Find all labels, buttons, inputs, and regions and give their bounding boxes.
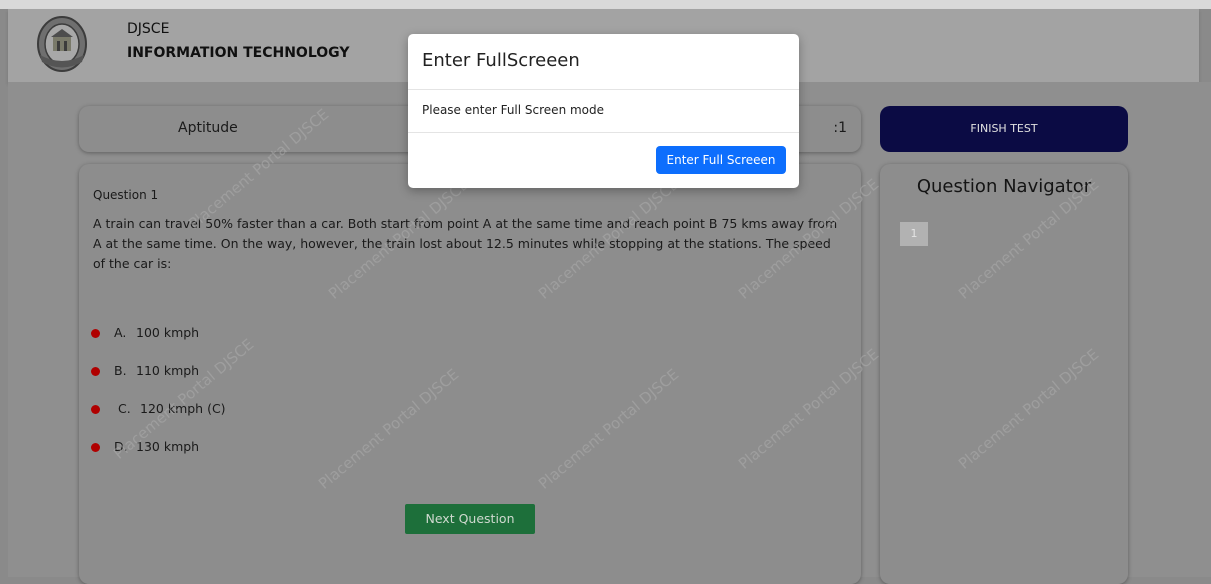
- college-crest-logo: [36, 15, 88, 73]
- question-number: Question 1: [93, 188, 159, 202]
- finish-test-button[interactable]: FINISH TEST: [880, 106, 1128, 152]
- question-card: Question 1 A train can travel 50% faster…: [79, 164, 861, 584]
- brand: DJSCE INFORMATION TECHNOLOGY: [127, 21, 349, 61]
- option-letter: A.: [114, 325, 127, 340]
- option-letter: C.: [118, 401, 131, 416]
- modal-divider: [408, 132, 799, 133]
- option-d[interactable]: D. 130 kmph: [91, 438, 391, 458]
- navigator-title: Question Navigator: [916, 176, 1092, 197]
- option-text: 110 kmph: [136, 363, 200, 378]
- option-radio-icon[interactable]: [91, 329, 100, 338]
- option-b[interactable]: B. 110 kmph: [91, 362, 391, 382]
- navigator-item[interactable]: 1: [900, 222, 928, 246]
- option-text: 120 kmph (C): [140, 401, 226, 416]
- modal-body: Please enter Full Screen mode: [422, 103, 605, 117]
- section-label: Aptitude: [178, 120, 238, 136]
- college-name: DJSCE: [127, 21, 170, 37]
- option-radio-icon[interactable]: [91, 405, 100, 414]
- question-navigator: Question Navigator 1: [880, 164, 1128, 584]
- option-text: 130 kmph: [136, 439, 200, 454]
- option-letter: D.: [114, 439, 128, 454]
- option-c[interactable]: C. 120 kmph (C): [91, 400, 391, 420]
- option-radio-icon[interactable]: [91, 443, 100, 452]
- top-strip: [0, 0, 1211, 9]
- next-question-button[interactable]: Next Question: [405, 504, 535, 534]
- option-a[interactable]: A. 100 kmph: [91, 324, 391, 344]
- department-name: INFORMATION TECHNOLOGY: [127, 45, 350, 61]
- timer-text: :1: [833, 120, 847, 136]
- enter-fullscreen-button[interactable]: Enter Full Screeen: [656, 146, 786, 174]
- modal-divider: [408, 89, 799, 90]
- option-text: 100 kmph: [136, 325, 200, 340]
- option-letter: B.: [114, 363, 127, 378]
- question-text: A train can travel 50% faster than a car…: [93, 216, 838, 271]
- fullscreen-modal: Enter FullScreeen Please enter Full Scre…: [408, 34, 799, 188]
- modal-title: Enter FullScreeen: [422, 50, 580, 71]
- option-radio-icon[interactable]: [91, 367, 100, 376]
